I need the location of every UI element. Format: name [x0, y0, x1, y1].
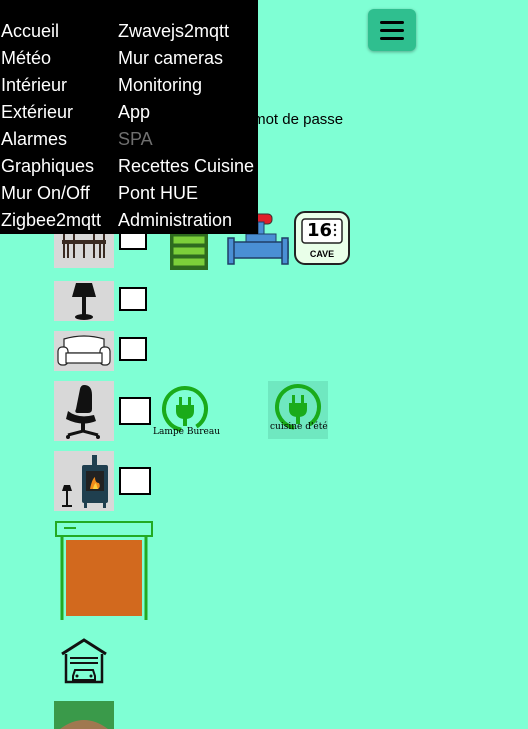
plug-label: Lampe Bureau [153, 427, 221, 437]
drawer-icon[interactable] [168, 230, 210, 272]
lamp-checkbox[interactable] [119, 287, 147, 311]
stove-checkbox[interactable] [119, 467, 151, 495]
plug-icon [162, 386, 208, 432]
menu-item-administration[interactable]: Administration [118, 209, 232, 231]
menu-item-accueil[interactable]: Accueil [1, 20, 59, 42]
hamburger-bar [380, 36, 404, 40]
menu-item-spa[interactable]: SPA [118, 128, 153, 150]
plug-cuisine-ete[interactable]: cuisine d'été [268, 381, 328, 439]
menu-item-zigbee2mqtt[interactable]: Zigbee2mqtt [1, 209, 101, 231]
thermostat-label: CAVE [309, 249, 335, 259]
thermostat-widget[interactable]: 16 CAVE [293, 210, 351, 266]
office-chair-icon[interactable] [54, 381, 114, 441]
menu-item-mur-on-off[interactable]: Mur On/Off [1, 182, 90, 204]
menu-item-monitoring[interactable]: Monitoring [118, 74, 202, 96]
menu-item-zwavejs2mqtt[interactable]: Zwavejs2mqtt [118, 20, 229, 42]
shutter-icon[interactable] [54, 520, 154, 622]
hamburger-icon[interactable] [368, 9, 416, 51]
nav-menu: Accueil Météo Intérieur Extérieur Alarme… [0, 0, 258, 234]
menu-item-interieur[interactable]: Intérieur [1, 74, 67, 96]
hamburger-bar [380, 28, 404, 32]
hamburger-bar [380, 20, 404, 24]
menu-item-mur-cameras[interactable]: Mur cameras [118, 47, 223, 69]
thermostat-value: 16 [307, 220, 333, 241]
garage-icon[interactable] [58, 636, 110, 688]
gate-icon[interactable] [54, 701, 114, 729]
floor-lamp-icon[interactable] [54, 281, 114, 321]
menu-item-pont-hue[interactable]: Pont HUE [118, 182, 198, 204]
plug-label: cuisine d'été [270, 422, 328, 432]
menu-item-recettes-cuisine[interactable]: Recettes Cuisine [118, 155, 254, 177]
menu-item-exterieur[interactable]: Extérieur [1, 101, 73, 123]
menu-item-alarmes[interactable]: Alarmes [1, 128, 67, 150]
menu-item-app[interactable]: App [118, 101, 150, 123]
menu-item-graphiques[interactable]: Graphiques [1, 155, 94, 177]
sofa-checkbox[interactable] [119, 337, 147, 361]
wood-stove-icon[interactable] [54, 451, 114, 511]
menu-item-meteo[interactable]: Météo [1, 47, 51, 69]
plug-lampe-bureau[interactable]: Lampe Bureau [153, 383, 220, 438]
sofa-icon[interactable] [54, 331, 114, 371]
office-checkbox[interactable] [119, 397, 151, 425]
